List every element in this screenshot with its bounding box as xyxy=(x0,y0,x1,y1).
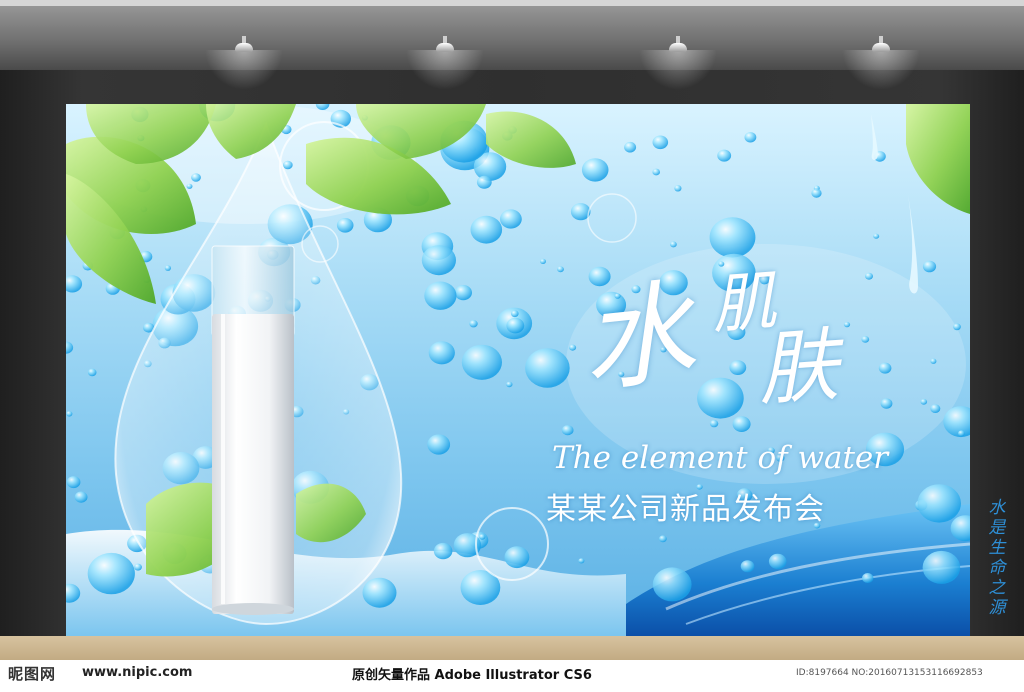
water-droplet xyxy=(917,484,961,523)
ceiling-spotlight-icon xyxy=(205,36,283,90)
title-char-skin: 肤 xyxy=(754,318,842,417)
water-droplet xyxy=(811,188,822,198)
water-droplet xyxy=(624,141,637,153)
water-droplet xyxy=(652,567,692,602)
water-droplet xyxy=(164,265,171,271)
water-droplet xyxy=(470,215,503,244)
nipic-logo-icon: 昵图网 xyxy=(8,665,57,683)
water-droplet xyxy=(66,275,83,293)
water-droplet xyxy=(428,341,455,365)
water-droplet xyxy=(540,258,546,264)
floor xyxy=(0,636,1024,660)
water-droplet xyxy=(652,168,660,176)
water-droplet xyxy=(282,160,293,170)
water-droplet xyxy=(557,266,564,273)
water-droplet xyxy=(930,358,937,364)
water-droplet xyxy=(569,344,577,351)
water-droplet xyxy=(561,425,574,436)
water-droplet xyxy=(427,434,451,455)
water-droplet xyxy=(922,550,961,584)
ceiling-spotlight-icon xyxy=(406,36,484,90)
water-droplet xyxy=(433,542,453,560)
slogan-char: 生 xyxy=(988,538,1006,558)
slogan-char: 命 xyxy=(988,558,1006,578)
slogan-char: 水 xyxy=(988,498,1006,518)
water-droplet xyxy=(336,218,354,233)
water-droplet xyxy=(506,381,513,388)
vertical-slogan: 水 是 生 命 之 源 xyxy=(982,498,1012,618)
ceiling-spotlight-icon xyxy=(639,36,717,90)
subtitle-chinese: 某某公司新品发布会 xyxy=(546,492,825,527)
water-droplet xyxy=(454,285,472,301)
water-droplet xyxy=(670,241,677,248)
water-droplet xyxy=(362,577,397,608)
water-droplet xyxy=(659,535,667,543)
water-droplet xyxy=(134,563,142,571)
water-droplet xyxy=(709,217,756,258)
water-droplet xyxy=(953,323,961,331)
water-droplet xyxy=(511,310,519,318)
water-droplet xyxy=(87,368,97,377)
water-droplet xyxy=(740,560,755,573)
water-droplet xyxy=(880,398,893,409)
id-text: ID:8197664 NO:20160713153116692853 xyxy=(796,668,983,678)
water-droplet xyxy=(186,183,193,189)
water-droplet xyxy=(581,158,609,182)
water-droplet xyxy=(500,209,522,229)
water-droplet xyxy=(768,553,787,570)
water-droplet xyxy=(958,430,965,437)
water-droplet xyxy=(652,135,669,150)
water-droplet xyxy=(525,348,570,388)
water-droplet xyxy=(930,404,941,413)
water-droplet xyxy=(461,344,502,380)
water-droplet xyxy=(717,149,732,162)
water-droplet xyxy=(87,552,135,595)
water-droplet xyxy=(744,132,757,143)
subtitle-english: The element of water xyxy=(552,440,889,476)
credit-text: 原创矢量作品 Adobe Illustrator CS6 xyxy=(352,668,592,683)
water-droplet xyxy=(873,233,880,239)
billboard-poster: 水 肌 肤 The element of water 某某公司新品发布会 xyxy=(66,104,970,636)
water-droplet xyxy=(674,185,682,192)
water-droplet xyxy=(920,398,928,405)
title-char-water: 水 xyxy=(575,267,701,409)
water-droplet xyxy=(469,320,478,328)
water-droplet xyxy=(504,546,530,569)
water-droplet xyxy=(476,175,492,189)
water-droplet xyxy=(718,261,725,267)
slogan-char: 源 xyxy=(988,598,1006,618)
water-droplet xyxy=(578,558,585,564)
water-droplet xyxy=(922,260,937,273)
water-droplet xyxy=(66,476,81,489)
water-droplet xyxy=(506,317,525,334)
logo-url[interactable]: www.nipic.com xyxy=(82,665,192,680)
slogan-char: 之 xyxy=(988,578,1006,598)
ceiling-spotlight-icon xyxy=(842,36,920,90)
water-droplet xyxy=(424,281,457,310)
ceiling-edge xyxy=(0,0,1024,6)
title-block: 水 肌 肤 xyxy=(576,265,882,417)
water-droplet xyxy=(191,173,201,182)
water-droplet xyxy=(862,573,874,583)
slogan-char: 是 xyxy=(988,518,1006,538)
water-droplet xyxy=(66,411,73,417)
water-droplet xyxy=(66,341,74,354)
exhibition-scene: 水 肌 肤 The element of water 某某公司新品发布会 水 是… xyxy=(0,0,1024,692)
water-droplet xyxy=(315,104,330,110)
water-droplet xyxy=(421,245,456,276)
water-droplet xyxy=(732,416,751,432)
water-droplet xyxy=(479,534,486,540)
water-droplet xyxy=(709,419,719,428)
water-droplet xyxy=(74,491,88,503)
